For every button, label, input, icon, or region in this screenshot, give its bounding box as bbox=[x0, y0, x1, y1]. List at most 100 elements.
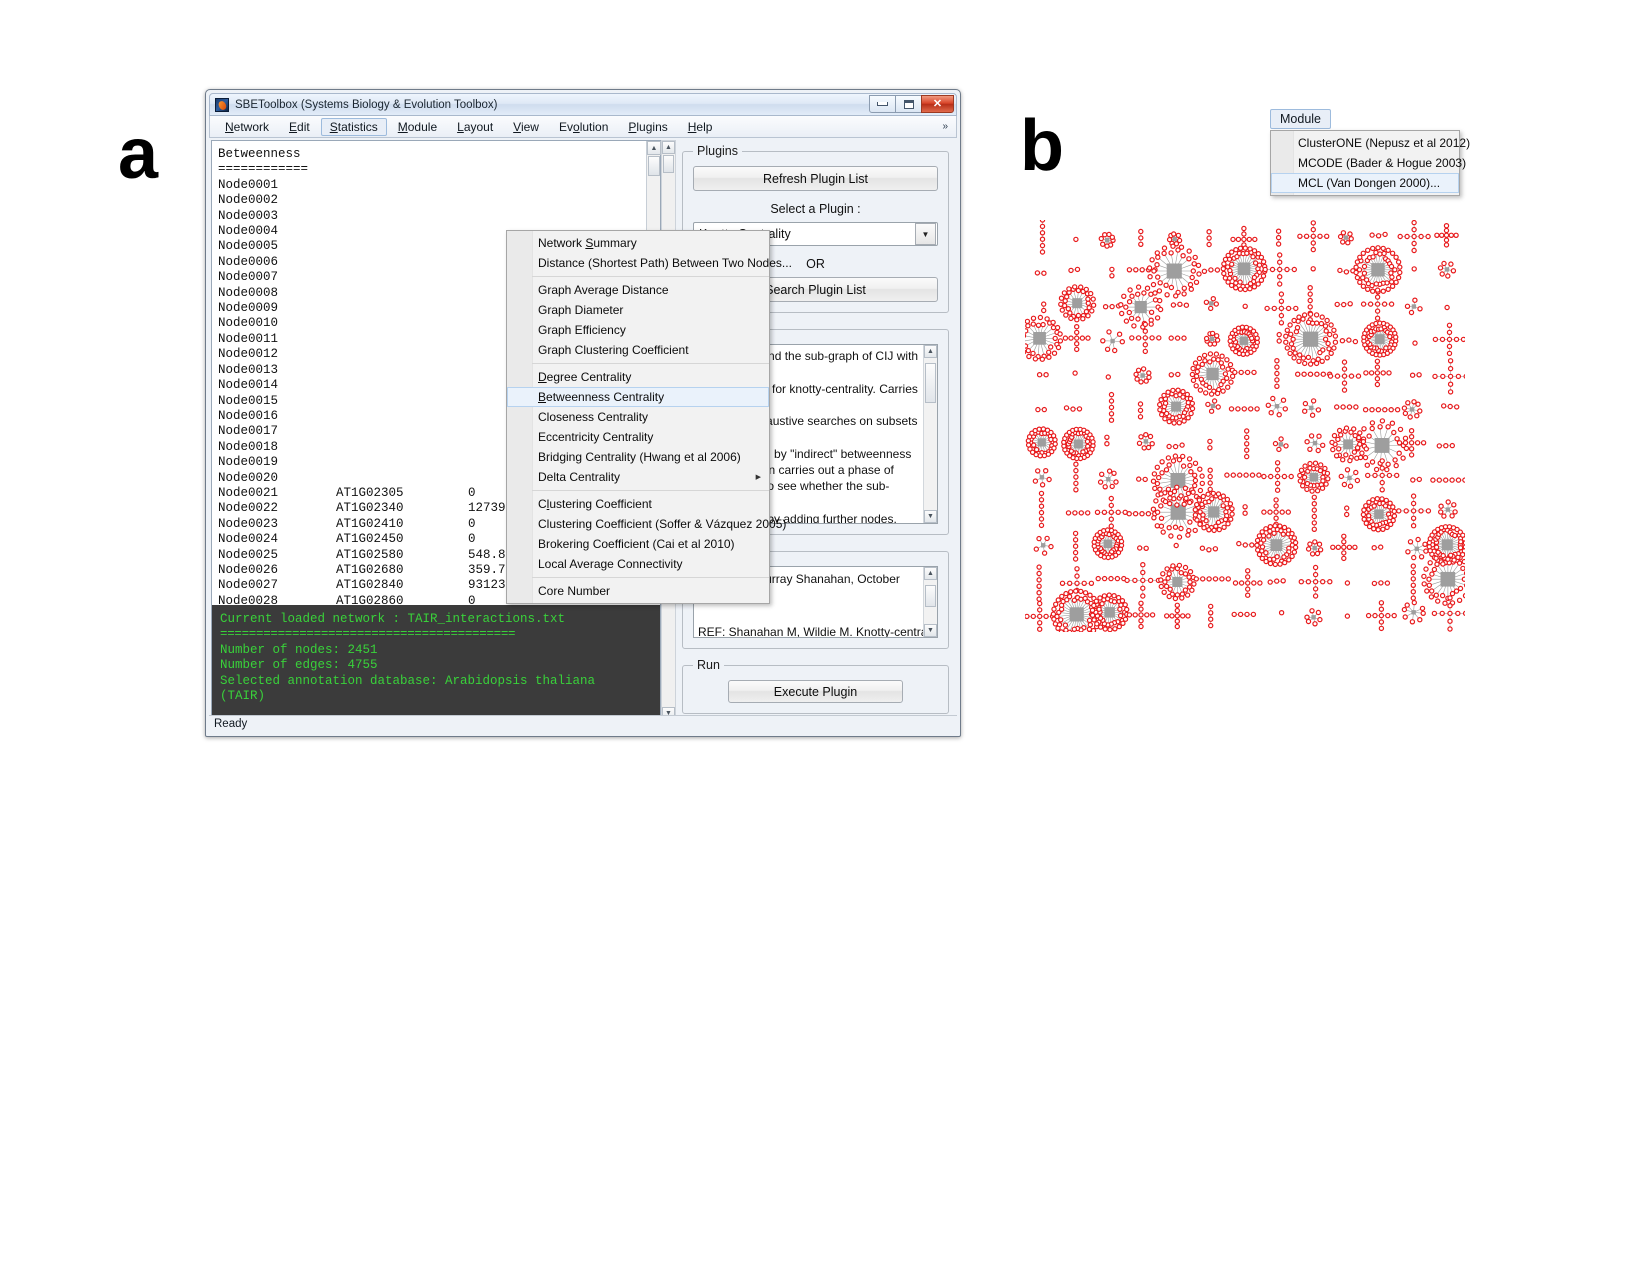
refresh-plugin-list-button[interactable]: Refresh Plugin List bbox=[693, 166, 938, 191]
gene-id: AT1G02840 bbox=[336, 578, 404, 593]
statistics-menu-item[interactable]: Clustering Coefficient bbox=[507, 494, 769, 514]
gene-id bbox=[336, 270, 468, 285]
node-id: Node0023 bbox=[218, 516, 279, 531]
node-id: Node0013 bbox=[218, 362, 279, 377]
console-line-2: ========================================… bbox=[220, 627, 516, 642]
statistics-menu-item[interactable]: Clustering Coefficient (Soffer & Vázquez… bbox=[507, 514, 786, 534]
gene-id bbox=[336, 394, 468, 409]
network-visualization[interactable] bbox=[1025, 220, 1465, 632]
gene-id bbox=[336, 193, 468, 208]
node-id: Node0028 bbox=[218, 593, 279, 605]
network-graph bbox=[1025, 220, 1465, 632]
statistics-menu-item[interactable]: Betweenness Centrality bbox=[507, 387, 769, 407]
module-menu-item[interactable]: ClusterONE (Nepusz et al 2012) bbox=[1271, 133, 1470, 153]
execute-plugin-button[interactable]: Execute Plugin bbox=[728, 680, 903, 703]
gene-id bbox=[336, 224, 468, 239]
table-row: Node0001 bbox=[218, 178, 660, 193]
gene-id bbox=[336, 471, 468, 486]
gene-id bbox=[336, 162, 468, 177]
authors-scrollbar[interactable]: ▲ ▼ bbox=[923, 567, 937, 637]
gene-id bbox=[336, 378, 468, 393]
authors-scroll-down-icon[interactable]: ▼ bbox=[924, 624, 937, 637]
select-plugin-label: Select a Plugin : bbox=[770, 202, 861, 216]
node-id: Node0008 bbox=[218, 285, 279, 300]
gene-id bbox=[336, 239, 468, 254]
menu-edit[interactable]: Edit bbox=[280, 118, 319, 136]
statistics-menu-item[interactable]: Eccentricity Centrality bbox=[507, 427, 769, 447]
authors-scroll-thumb[interactable] bbox=[925, 585, 936, 607]
gene-id: AT1G02580 bbox=[336, 547, 404, 562]
maximize-button[interactable] bbox=[895, 95, 922, 113]
description-scrollbar[interactable]: ▲ ▼ bbox=[923, 345, 937, 523]
chevron-down-icon[interactable]: ▼ bbox=[915, 223, 936, 245]
node-id: Node0027 bbox=[218, 578, 279, 593]
statistics-menu-item[interactable]: Core Number bbox=[507, 581, 769, 601]
console-output: Current loaded network : TAIR_interactio… bbox=[212, 605, 660, 720]
statistics-menu-item[interactable]: Graph Average Distance bbox=[507, 280, 769, 300]
menu-statistics[interactable]: Statistics bbox=[320, 117, 387, 136]
statistics-menu-item[interactable]: Brokering Coefficient (Cai et al 2010) bbox=[507, 534, 769, 554]
node-id: Node0010 bbox=[218, 316, 279, 331]
plugins-group-legend: Plugins bbox=[697, 144, 738, 158]
node-id: Betweenness bbox=[218, 147, 301, 161]
close-button[interactable]: ✕ bbox=[921, 95, 954, 113]
authors-scroll-up-icon[interactable]: ▲ bbox=[924, 567, 937, 580]
listing-header: Betweenness bbox=[218, 147, 660, 162]
statistics-menu-item[interactable]: Network Summary bbox=[507, 233, 769, 253]
module-menu-button[interactable]: Module bbox=[1270, 109, 1331, 129]
plugin-scroll-thumb-top[interactable] bbox=[663, 155, 674, 173]
sbetoolbox-app-icon bbox=[215, 97, 229, 112]
scroll-thumb[interactable] bbox=[648, 156, 660, 176]
description-scroll-down-icon[interactable]: ▼ bbox=[924, 510, 937, 523]
sbetoolbox-window: SBEToolbox (Systems Biology & Evolution … bbox=[205, 89, 961, 737]
description-scroll-thumb[interactable] bbox=[925, 363, 936, 403]
window-titlebar: SBEToolbox (Systems Biology & Evolution … bbox=[209, 93, 957, 116]
statistics-menu-item[interactable]: Graph Clustering Coefficient bbox=[507, 340, 769, 360]
statistics-menu-item[interactable]: Graph Efficiency bbox=[507, 320, 769, 340]
statistics-menu-item[interactable]: Delta Centrality bbox=[507, 467, 769, 487]
gene-id bbox=[336, 316, 468, 331]
node-id: Node0014 bbox=[218, 378, 279, 393]
node-id: Node0017 bbox=[218, 424, 279, 439]
menu-evolution[interactable]: Evolution bbox=[550, 118, 617, 136]
metric-value: 0 bbox=[468, 593, 476, 605]
node-id: Node0015 bbox=[218, 393, 279, 408]
statistics-menu-item[interactable]: Bridging Centrality (Hwang et al 2006) bbox=[507, 447, 769, 467]
gene-id: AT1G02450 bbox=[336, 532, 404, 547]
menu-help[interactable]: Help bbox=[679, 118, 722, 136]
module-menu-container: Module ClusterONE (Nepusz et al 2012) MCO… bbox=[1270, 109, 1470, 196]
node-id: Node0002 bbox=[218, 193, 279, 208]
gene-id bbox=[336, 301, 468, 316]
module-dropdown-menu[interactable]: ClusterONE (Nepusz et al 2012) MCODE (Bad… bbox=[1270, 130, 1470, 196]
console-line-1: Current loaded network : TAIR_interactio… bbox=[220, 612, 566, 626]
menu-module[interactable]: Module bbox=[389, 118, 446, 136]
statistics-menu-item[interactable]: Local Average Connectivity bbox=[507, 554, 769, 574]
module-menu-item[interactable]: MCL (Van Dongen 2000)... bbox=[1271, 173, 1459, 193]
node-id: Node0016 bbox=[218, 408, 279, 423]
statistics-dropdown-menu[interactable]: Network Summary Distance (Shortest Path) … bbox=[506, 230, 792, 604]
gene-id bbox=[336, 455, 468, 470]
menu-plugins[interactable]: Plugins bbox=[619, 118, 676, 136]
description-scroll-up-icon[interactable]: ▲ bbox=[924, 345, 937, 358]
menubar: Network Edit Statistics Module Layout Vi… bbox=[209, 116, 957, 138]
scroll-up-icon[interactable]: ▲ bbox=[647, 141, 661, 155]
plugin-scroll-up-icon[interactable]: ▲ bbox=[662, 141, 675, 154]
menu-layout[interactable]: Layout bbox=[448, 118, 502, 136]
menubar-overflow-icon[interactable]: » bbox=[942, 121, 948, 132]
menu-view[interactable]: View bbox=[504, 118, 548, 136]
menu-separator bbox=[532, 363, 769, 364]
minimize-icon bbox=[877, 102, 888, 106]
maximize-icon bbox=[903, 99, 914, 109]
statistics-menu-item[interactable]: Distance (Shortest Path) Between Two Nod… bbox=[507, 253, 792, 273]
node-id: Node0003 bbox=[218, 208, 279, 223]
module-menu-item[interactable]: MCODE (Bader & Hogue 2003) bbox=[1271, 153, 1466, 173]
node-id: Node0026 bbox=[218, 562, 279, 577]
statistics-menu-item[interactable]: Closeness Centrality bbox=[507, 407, 769, 427]
minimize-button[interactable] bbox=[869, 95, 896, 113]
menu-separator bbox=[532, 490, 769, 491]
statistics-menu-item[interactable]: Graph Diameter bbox=[507, 300, 769, 320]
statistics-menu-item[interactable]: Degree Centrality bbox=[507, 367, 769, 387]
gene-id bbox=[336, 147, 468, 162]
status-bar: Ready bbox=[209, 715, 957, 733]
menu-network[interactable]: Network bbox=[216, 118, 278, 136]
